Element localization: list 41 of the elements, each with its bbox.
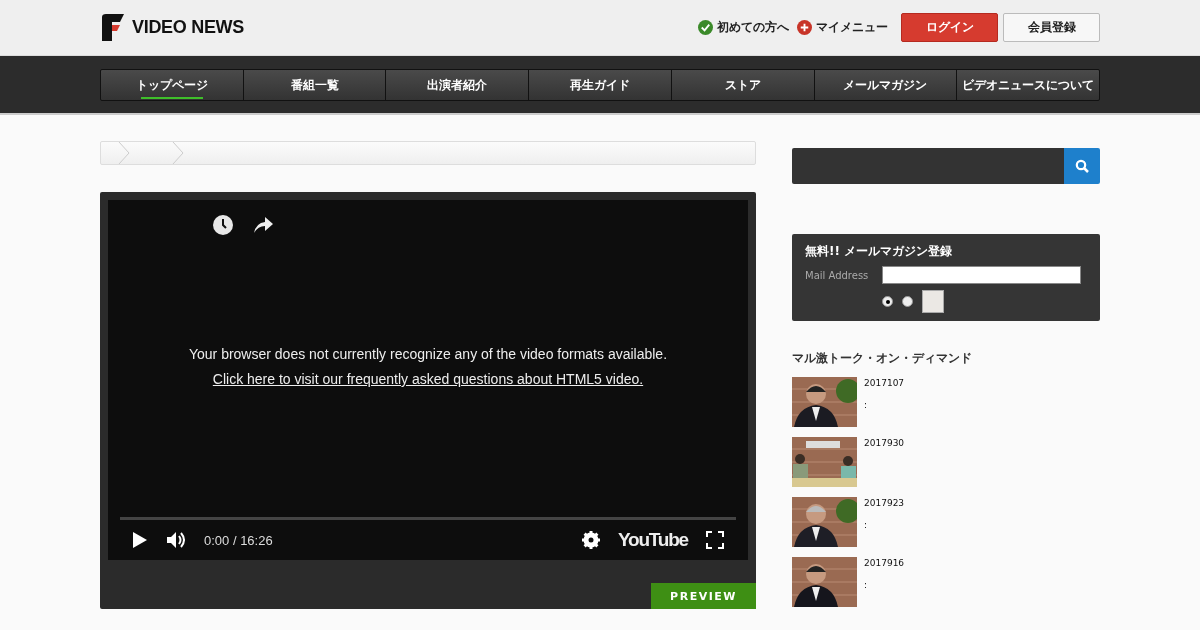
plus-icon <box>797 20 812 35</box>
logo-icon <box>100 12 126 43</box>
nav-tab[interactable]: ビデオニュースについて <box>957 70 1100 100</box>
volume-icon[interactable] <box>166 531 186 549</box>
faq-link[interactable]: Click here to visit our frequently asked questions about HTML5 video. <box>212 371 644 387</box>
episode-date[interactable]: 2017930 <box>864 438 905 448</box>
login-button[interactable]: ログイン <box>901 13 998 42</box>
section-title: マル激トーク・オン・ディマンド <box>792 350 973 367</box>
nav-tab[interactable]: 番組一覧 <box>243 70 387 100</box>
play-icon[interactable] <box>132 531 148 549</box>
search-button[interactable] <box>1064 148 1100 184</box>
episode-date[interactable]: 2017916 <box>864 558 905 568</box>
nav-tab[interactable]: 出演者紹介 <box>386 70 530 100</box>
email-field[interactable] <box>882 266 1081 284</box>
nav-tab[interactable]: 再生ガイド <box>529 70 672 100</box>
header-link[interactable]: マイメニュー <box>797 19 888 36</box>
settings-icon[interactable] <box>581 531 600 549</box>
error-message: Your browser does not currently recognize any of the video formats available. Click here to visit our frequently asked questions about HTML5 video. <box>188 345 668 389</box>
search-field[interactable] <box>792 148 1064 184</box>
episode-date[interactable]: 2017107 <box>864 378 905 388</box>
nav-tab[interactable]: メールマガジン <box>814 70 958 100</box>
episode-date[interactable]: 2017923 <box>864 498 905 508</box>
header-link[interactable]: 初めての方へ <box>698 19 789 36</box>
youtube-logo[interactable]: YouTube <box>617 529 688 551</box>
check-icon <box>698 20 713 35</box>
logo-text: VIDEO NEWS <box>132 17 244 38</box>
nav-tab[interactable]: ストア <box>671 70 815 100</box>
episode-note: : <box>864 520 869 530</box>
field-label: Mail Address <box>805 269 870 281</box>
episode-note: : <box>864 580 869 590</box>
time-display: 0:00 / 16:26 <box>204 532 273 548</box>
episode-note: : <box>864 400 869 410</box>
register-button[interactable]: 会員登録 <box>1003 13 1100 42</box>
preview-button[interactable]: PREVIEW <box>651 583 756 609</box>
search-icon <box>1075 159 1089 173</box>
newsletter-title: 無料!! メールマガジン登録 <box>805 243 954 260</box>
fullscreen-icon[interactable] <box>706 531 724 549</box>
nav-tab[interactable]: トップページ <box>101 70 244 100</box>
radio-button[interactable] <box>882 296 893 307</box>
radio-button[interactable] <box>902 296 913 307</box>
clock-icon[interactable] <box>212 214 234 236</box>
